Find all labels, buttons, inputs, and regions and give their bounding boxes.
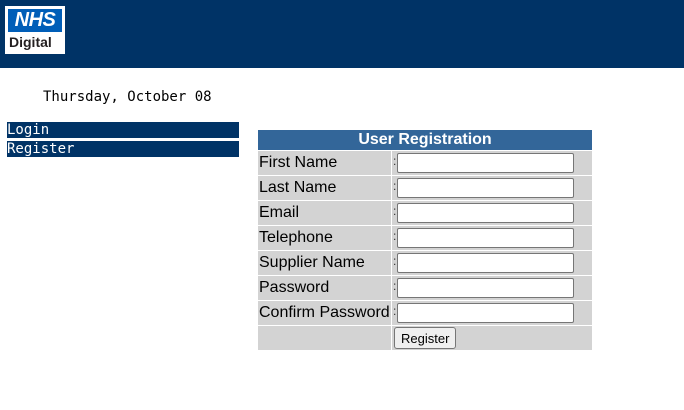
site-header: NHS Digital — [0, 0, 684, 68]
first-name-field[interactable] — [397, 153, 574, 173]
form-row-email: Email — [258, 201, 592, 225]
submit-row-spacer — [258, 326, 391, 350]
form-row-password: Password — [258, 276, 592, 300]
first-name-label: First Name — [258, 151, 391, 175]
confirm-password-field[interactable] — [397, 303, 574, 323]
form-row-confirm-password: Confirm Password — [258, 301, 592, 325]
menu-item-login[interactable]: Login — [7, 122, 239, 138]
logo-nhs-mark: NHS — [8, 9, 62, 32]
nhs-digital-logo[interactable]: NHS Digital — [5, 6, 65, 54]
form-row-first-name: First Name — [258, 151, 592, 175]
side-menu: Login Register — [7, 122, 239, 160]
last-name-label: Last Name — [258, 176, 391, 200]
email-label: Email — [258, 201, 391, 225]
form-row-submit: Register — [258, 326, 592, 350]
password-label: Password — [258, 276, 391, 300]
registration-form: User Registration First Name Last Name E… — [258, 130, 592, 351]
form-row-last-name: Last Name — [258, 176, 592, 200]
register-button[interactable]: Register — [394, 327, 457, 349]
current-date: Thursday, October 08 — [43, 89, 212, 105]
telephone-label: Telephone — [258, 226, 391, 250]
supplier-name-field[interactable] — [397, 253, 574, 273]
email-field[interactable] — [397, 203, 574, 223]
logo-digital-text: Digital — [9, 34, 52, 50]
form-row-telephone: Telephone — [258, 226, 592, 250]
form-title: User Registration — [258, 130, 592, 150]
menu-item-register[interactable]: Register — [7, 141, 239, 157]
supplier-name-label: Supplier Name — [258, 251, 391, 275]
telephone-field[interactable] — [397, 228, 574, 248]
password-field[interactable] — [397, 278, 574, 298]
confirm-password-label: Confirm Password — [258, 301, 391, 325]
form-row-supplier-name: Supplier Name — [258, 251, 592, 275]
last-name-field[interactable] — [397, 178, 574, 198]
